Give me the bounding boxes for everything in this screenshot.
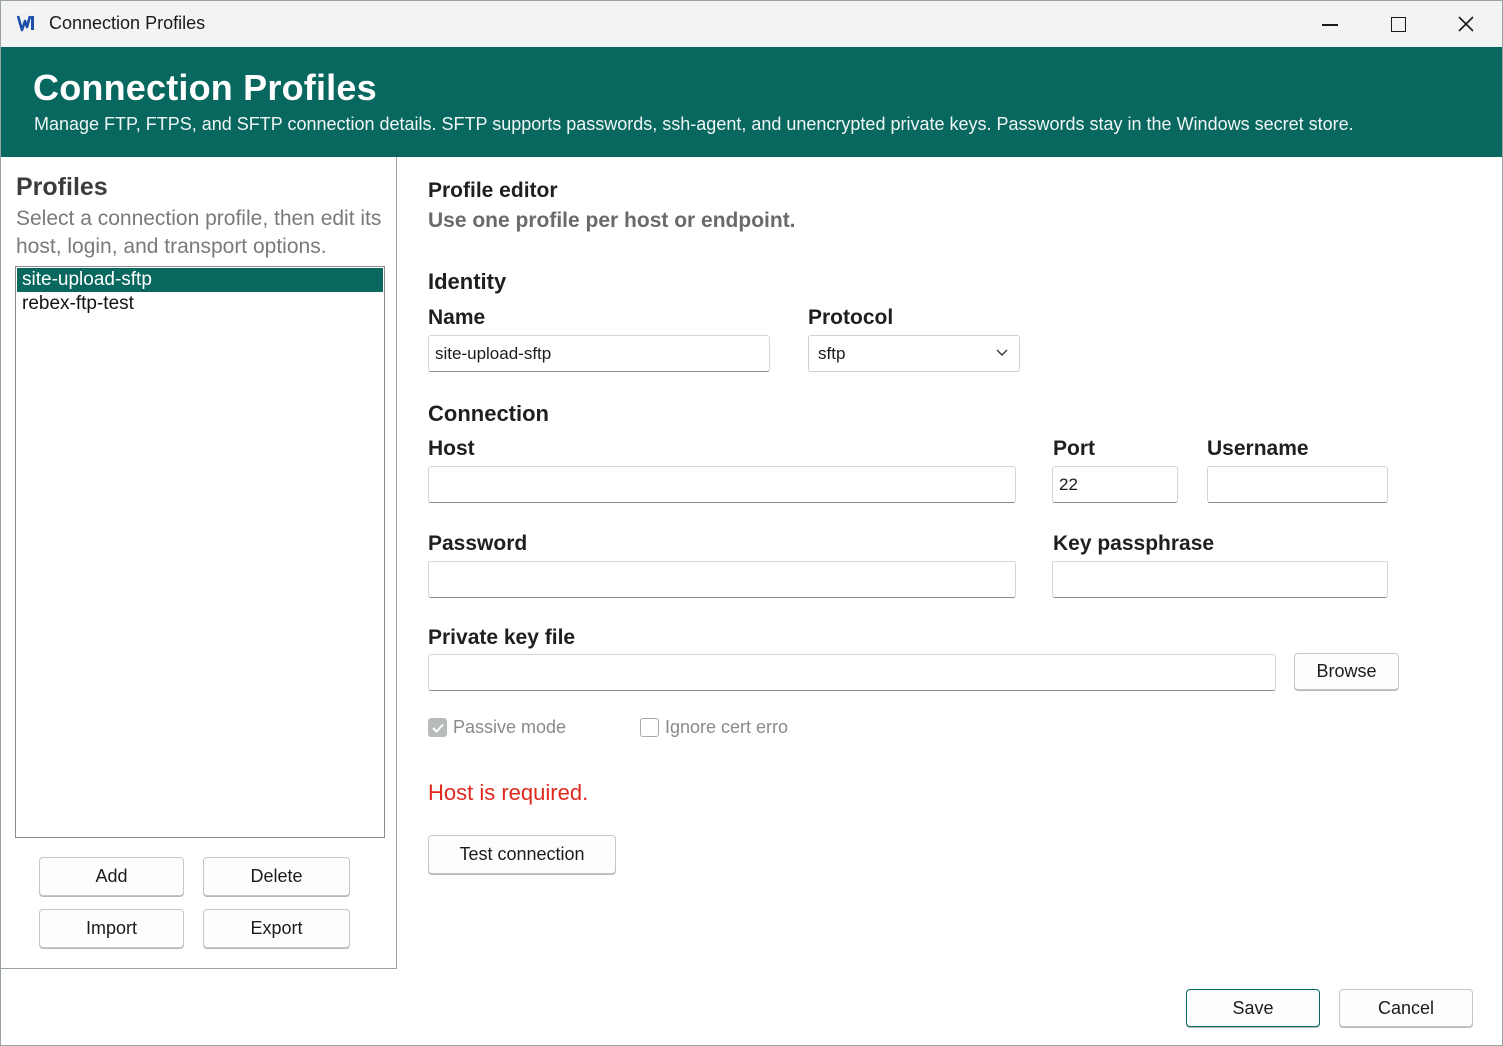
passive-mode-option[interactable]: Passive mode bbox=[428, 717, 566, 738]
minimize-icon bbox=[1322, 24, 1338, 26]
cancel-button[interactable]: Cancel bbox=[1339, 989, 1473, 1027]
connection-section-heading: Connection bbox=[428, 401, 549, 426]
title-bar: Connection Profiles bbox=[1, 1, 1502, 47]
password-label: Password bbox=[428, 532, 528, 555]
maximize-button[interactable] bbox=[1364, 1, 1432, 47]
private-key-label: Private key file bbox=[428, 626, 576, 649]
delete-profile-button[interactable]: Delete bbox=[203, 857, 350, 896]
profiles-sidebar: Profiles Select a connection profile, th… bbox=[1, 157, 397, 969]
save-button[interactable]: Save bbox=[1186, 989, 1320, 1027]
window-title: Connection Profiles bbox=[49, 13, 206, 33]
ignore-cert-label: Ignore cert erro bbox=[665, 717, 789, 737]
header-banner: Connection Profiles Manage FTP, FTPS, an… bbox=[1, 47, 1502, 157]
add-profile-button[interactable]: Add bbox=[39, 857, 184, 896]
name-label: Name bbox=[428, 306, 486, 329]
maximize-icon bbox=[1390, 16, 1406, 32]
checkmark-icon bbox=[431, 723, 444, 733]
name-input[interactable]: site-upload-sftp bbox=[428, 335, 770, 372]
host-input[interactable] bbox=[428, 466, 1016, 503]
identity-section-heading: Identity bbox=[428, 269, 507, 294]
editor-title: Profile editor bbox=[428, 179, 558, 202]
password-input[interactable] bbox=[428, 561, 1016, 598]
validation-error: Host is required. bbox=[428, 780, 589, 805]
list-item[interactable]: site-upload-sftp bbox=[17, 268, 383, 292]
key-passphrase-input[interactable] bbox=[1052, 561, 1388, 598]
ignore-cert-checkbox[interactable] bbox=[640, 718, 659, 737]
username-input[interactable] bbox=[1207, 466, 1388, 503]
close-icon bbox=[1458, 16, 1474, 32]
port-label: Port bbox=[1053, 437, 1095, 460]
passive-mode-label: Passive mode bbox=[453, 717, 567, 737]
list-item[interactable]: rebex-ftp-test bbox=[17, 292, 383, 316]
browse-button[interactable]: Browse bbox=[1294, 653, 1399, 690]
key-passphrase-label: Key passphrase bbox=[1053, 532, 1215, 555]
profile-list[interactable]: site-upload-sftp rebex-ftp-test bbox=[15, 266, 385, 838]
private-key-input[interactable] bbox=[428, 654, 1276, 691]
editor-subtitle: Use one profile per host or endpoint. bbox=[428, 209, 796, 232]
close-button[interactable] bbox=[1432, 1, 1500, 47]
export-profiles-button[interactable]: Export bbox=[203, 909, 350, 948]
app-window: Connection Profiles Connection Profiles … bbox=[0, 0, 1503, 1046]
minimize-button[interactable] bbox=[1296, 1, 1364, 47]
host-label: Host bbox=[428, 437, 475, 460]
chevron-down-icon bbox=[996, 349, 1008, 356]
protocol-label: Protocol bbox=[808, 306, 894, 329]
sidebar-title: Profiles bbox=[16, 173, 108, 201]
test-connection-button[interactable]: Test connection bbox=[428, 835, 616, 874]
page-title: Connection Profiles bbox=[33, 67, 377, 108]
username-label: Username bbox=[1207, 437, 1309, 460]
protocol-value: sftp bbox=[818, 344, 846, 363]
import-profiles-button[interactable]: Import bbox=[39, 909, 184, 948]
protocol-select[interactable]: sftp bbox=[808, 335, 1020, 372]
passive-mode-checkbox[interactable] bbox=[428, 718, 447, 737]
sidebar-description: Select a connection profile, then edit i… bbox=[16, 207, 382, 258]
page-subtitle: Manage FTP, FTPS, and SFTP connection de… bbox=[34, 114, 1354, 134]
app-logo-icon bbox=[17, 15, 34, 32]
port-input[interactable]: 22 bbox=[1052, 466, 1178, 503]
ignore-cert-option[interactable]: Ignore cert erro bbox=[640, 717, 788, 738]
